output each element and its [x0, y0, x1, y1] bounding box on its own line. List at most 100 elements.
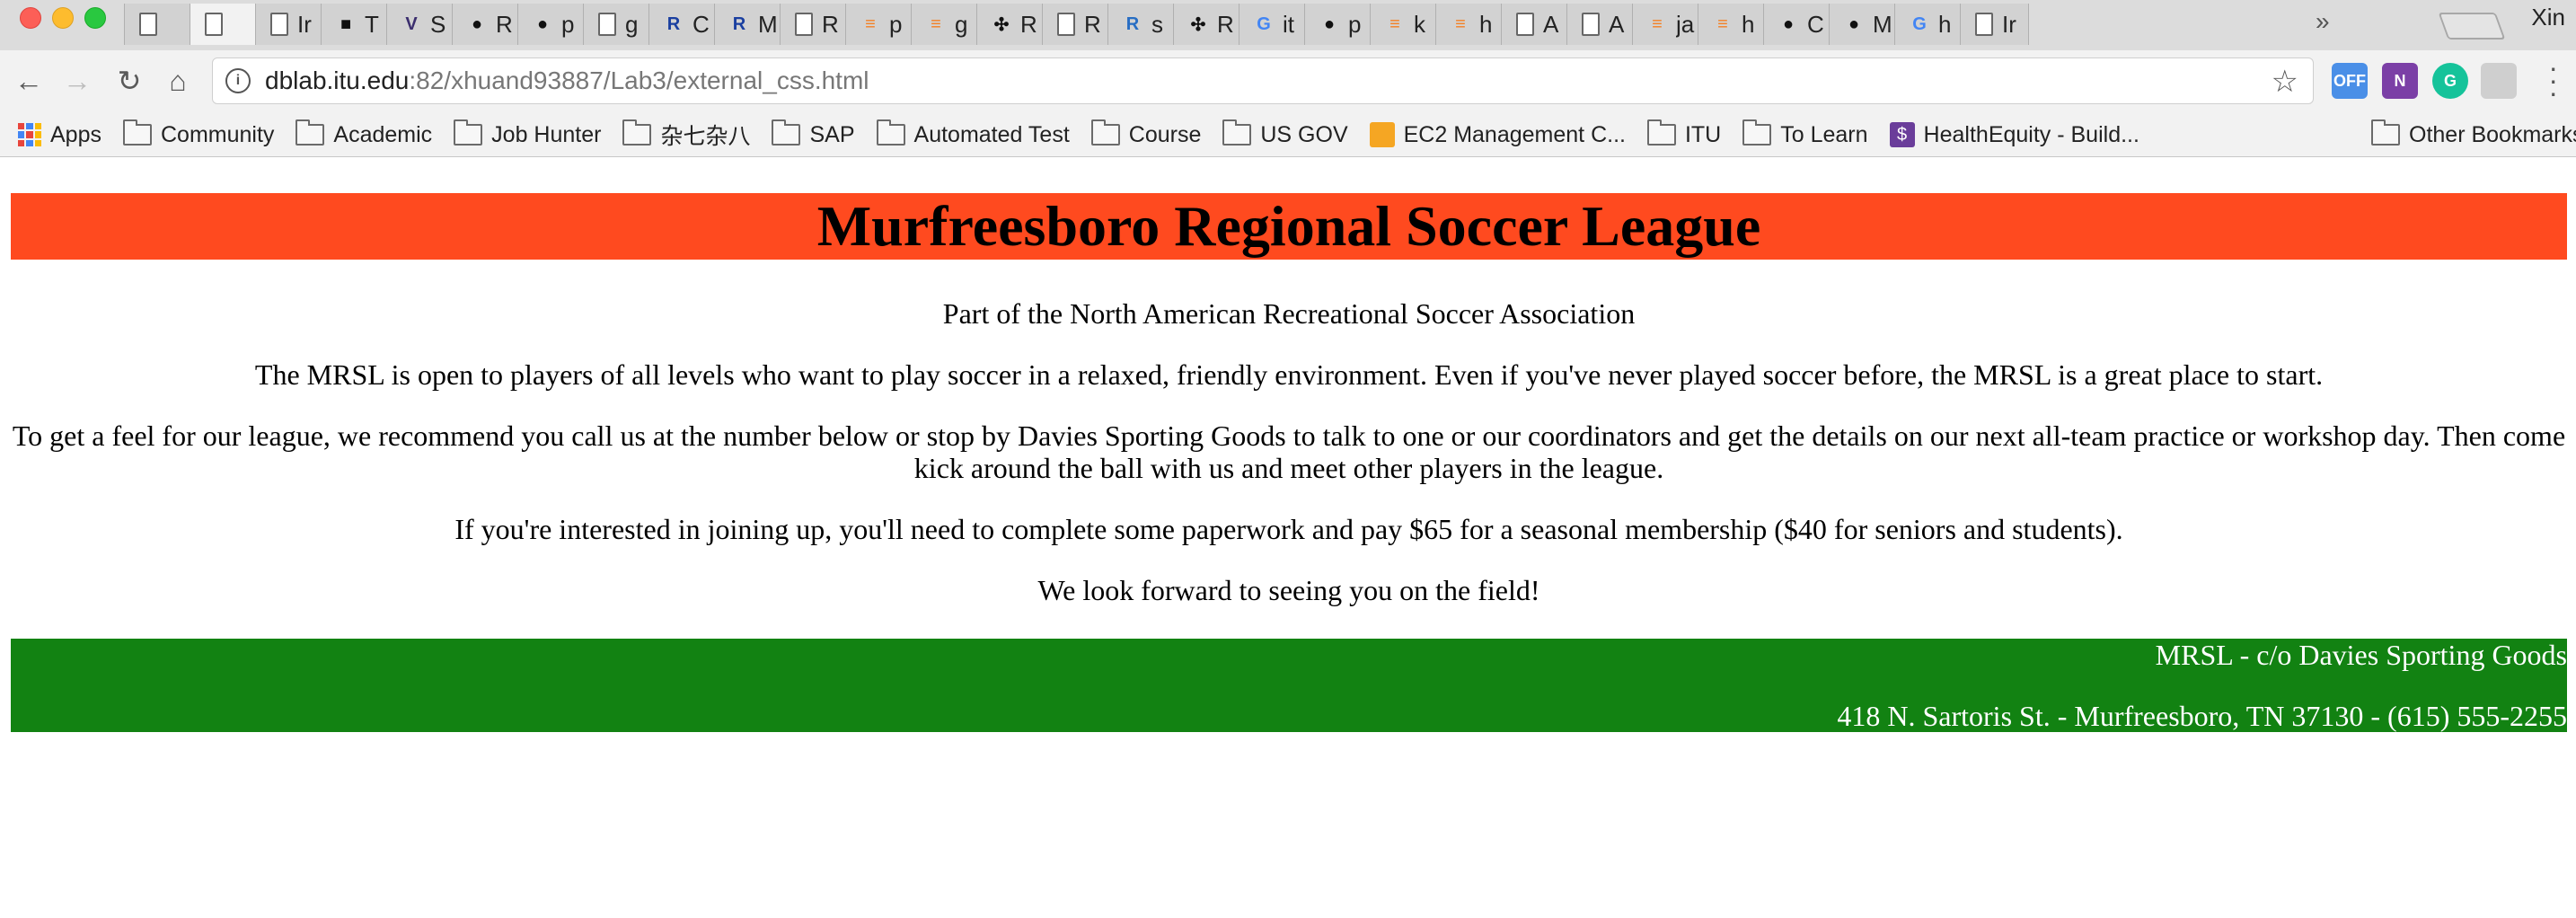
folder-icon	[1222, 119, 1252, 146]
browser-tab[interactable]: ≡ p	[845, 4, 914, 45]
url-text[interactable]: dblab.itu.edu:82/xhuand93887/Lab3/extern…	[265, 66, 869, 95]
browser-tab[interactable]: g	[583, 4, 652, 45]
bookmark-item[interactable]: Apps	[18, 122, 101, 148]
browser-tab[interactable]: Gh	[1894, 4, 1963, 45]
other-bookmarks[interactable]: Other Bookmarks	[2371, 113, 2576, 156]
bookmark-item[interactable]: $ HealthEquity - Build...	[1889, 122, 2139, 148]
forward-arrow-icon[interactable]: →	[59, 63, 95, 99]
tab-title: R	[1217, 10, 1234, 38]
bookmark-label: EC2 Management C...	[1403, 121, 1626, 147]
tab-title: ja	[1676, 10, 1695, 38]
apps-grid-icon	[18, 123, 41, 146]
address-bar[interactable]: i dblab.itu.edu:82/xhuand93887/Lab3/exte…	[212, 57, 2314, 104]
bookmark-item[interactable]: US GOV	[1222, 119, 1348, 148]
new-tab-button[interactable]	[2438, 13, 2506, 40]
extension-off-icon[interactable]: OFF	[2332, 63, 2368, 99]
tab-title: R	[822, 10, 839, 38]
document-icon	[1975, 13, 1993, 36]
tab-title: k	[1414, 10, 1425, 38]
tab-title: p	[889, 10, 903, 38]
home-icon[interactable]: ⌂	[160, 63, 196, 99]
browser-tab[interactable]: A	[1501, 4, 1570, 45]
paragraph-visit: To get a feel for our league, we recomme…	[12, 419, 2566, 484]
footer-address-line1: MRSL - c/o Davies Sporting Goods	[2155, 639, 2567, 671]
browser-tab[interactable]: RC	[648, 4, 718, 45]
document-icon	[139, 13, 157, 36]
bookmark-label: Automated Test	[913, 121, 1070, 147]
stackoverflow-icon: ≡	[1455, 13, 1466, 34]
browser-tab[interactable]: ≡ k	[1370, 4, 1439, 45]
browser-tab[interactable]: ● M	[1829, 4, 1898, 45]
reload-icon[interactable]: ↻	[111, 63, 147, 99]
browser-tab[interactable]: Ir	[1960, 4, 2029, 45]
browser-tab[interactable]	[190, 4, 259, 45]
browser-tab[interactable]: VS	[386, 4, 455, 45]
tab-title: C	[693, 10, 710, 38]
browser-tab[interactable]: R	[1042, 4, 1111, 45]
minimize-window-button[interactable]	[52, 7, 74, 29]
google-icon: G	[1257, 13, 1271, 34]
extension-grid-icon[interactable]	[2481, 63, 2517, 99]
bookmark-star-icon[interactable]: ☆	[2272, 64, 2298, 100]
onenote-icon[interactable]: N	[2382, 63, 2418, 99]
browser-tab[interactable]: ✣ R	[976, 4, 1045, 45]
grammarly-icon[interactable]: G	[2432, 63, 2468, 99]
browser-tab[interactable]: Rs	[1107, 4, 1177, 45]
bookmark-item[interactable]: Job Hunter	[454, 119, 601, 148]
folder-icon	[454, 119, 483, 146]
browser-tab[interactable]: ● R	[452, 4, 521, 45]
browser-tab[interactable]: ✣ R	[1173, 4, 1242, 45]
bookmark-item[interactable]: Course	[1090, 119, 1201, 148]
browser-tab[interactable]: ≡ h	[1435, 4, 1504, 45]
back-arrow-icon[interactable]: ←	[11, 63, 47, 99]
browser-tab[interactable]: Git	[1239, 4, 1308, 45]
bookmark-item[interactable]: To Learn	[1742, 119, 1868, 148]
browser-tab[interactable]: ≡ h	[1698, 4, 1767, 45]
bookmark-label: 杂七杂八	[660, 124, 751, 149]
bookmarks-overflow-chevron-icon[interactable]: »	[2316, 7, 2330, 36]
document-icon	[598, 13, 616, 36]
bookmark-item[interactable]: EC2 Management C...	[1369, 121, 1626, 148]
tab-title: R	[1020, 10, 1037, 38]
github-icon: ●	[536, 13, 549, 34]
bookmark-item[interactable]: Community	[122, 119, 274, 148]
bookmark-label: SAP	[809, 121, 855, 147]
browser-tab[interactable]: ● p	[517, 4, 587, 45]
bookmark-item[interactable]: 杂七杂八	[622, 119, 750, 151]
bookmark-item[interactable]: ITU	[1646, 119, 1721, 148]
r-logo-icon: R	[1125, 13, 1140, 34]
github-icon: ●	[471, 13, 483, 34]
browser-tab[interactable]: ● p	[1304, 4, 1373, 45]
browser-tab[interactable]	[124, 4, 193, 45]
bookmark-item[interactable]: Academic	[296, 119, 433, 148]
tab-strip: Ir ■ T V S ● R ● p g R C R M R ≡ p ≡ g ✣ R R Rs ✣ R Git ● p ≡ k ≡ h A A ≡ j…	[0, 0, 2576, 51]
profile-name[interactable]: Xin	[2531, 4, 2565, 31]
tab-title: R	[496, 10, 513, 38]
tab-title: R	[1084, 10, 1101, 38]
browser-tab[interactable]: R	[780, 4, 849, 45]
info-icon[interactable]: i	[225, 68, 251, 93]
document-icon	[795, 13, 813, 36]
tab-title: Ir	[297, 10, 312, 38]
folder-icon	[1742, 119, 1772, 146]
github-icon: ●	[1782, 13, 1795, 34]
document-icon	[1582, 13, 1600, 36]
browser-tab[interactable]: ≡ ja	[1632, 4, 1701, 45]
bookmark-item[interactable]: SAP	[772, 119, 855, 148]
folder-icon	[1646, 119, 1676, 146]
browser-tab[interactable]: ● C	[1763, 4, 1832, 45]
browser-tab[interactable]: ■ T	[321, 4, 390, 45]
page-title: Murfreesboro Regional Soccer League	[816, 194, 1761, 258]
menu-dots-icon[interactable]: · · ·	[2548, 53, 2558, 107]
bookmark-item[interactable]: Automated Test	[876, 119, 1070, 148]
close-window-button[interactable]	[20, 7, 41, 29]
bookmark-label: Academic	[333, 121, 433, 147]
browser-tab[interactable]: RM	[714, 4, 783, 45]
browser-tab[interactable]: ≡ g	[911, 4, 980, 45]
document-icon	[205, 13, 223, 36]
maximize-window-button[interactable]	[84, 7, 106, 29]
browser-tab[interactable]: A	[1566, 4, 1636, 45]
browser-tab[interactable]: Ir	[255, 4, 324, 45]
tab-title: s	[1151, 10, 1163, 38]
toolbar: ← → ↻ ⌂ i dblab.itu.edu:82/xhuand93887/L…	[0, 50, 2576, 113]
